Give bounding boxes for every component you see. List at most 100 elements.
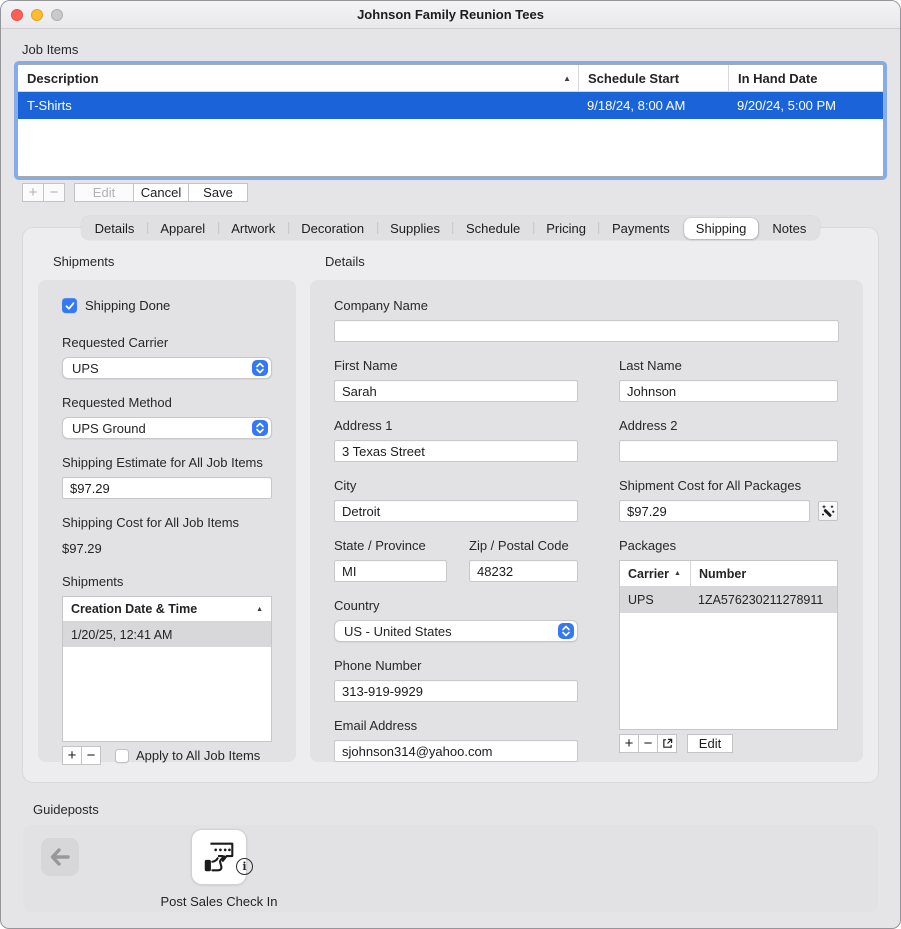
tab-artwork[interactable]: Artwork <box>218 216 288 240</box>
post-sales-check-in-button[interactable] <box>191 829 247 885</box>
job-items-table: Description ▲ Schedule Start In Hand Dat… <box>17 64 884 177</box>
tab-decoration[interactable]: Decoration <box>288 216 377 240</box>
popup-stepper-icon <box>252 360 268 376</box>
zoom-window-icon <box>51 9 63 21</box>
save-button[interactable]: Save <box>188 183 248 202</box>
add-shipment-button[interactable]: + <box>62 746 82 765</box>
phone-input[interactable] <box>334 680 578 702</box>
guideposts-section: Guideposts <box>1 802 900 912</box>
app-window: Johnson Family Reunion Tees Job Items De… <box>0 0 901 929</box>
post-sales-check-in-icon <box>200 838 238 876</box>
auto-calculate-button[interactable] <box>818 501 838 521</box>
popup-stepper-icon <box>252 420 268 436</box>
details-box: Company Name First Name Address 1 <box>310 280 863 762</box>
tab-details[interactable]: Details <box>82 216 148 240</box>
tab-apparel[interactable]: Apparel <box>147 216 218 240</box>
tab-bar: Details Apparel Artwork Decoration Suppl… <box>81 216 821 240</box>
details-heading: Details <box>325 254 863 269</box>
back-button[interactable] <box>41 838 79 876</box>
details-panel: Details Company Name First Name <box>310 254 863 762</box>
zip-label: Zip / Postal Code <box>469 538 578 553</box>
shipments-panel: Shipments Shipping Done Requested Carrie… <box>38 254 296 762</box>
job-items-table-empty-area <box>18 119 883 176</box>
job-items-buttons: + − Edit Cancel Save <box>22 183 884 202</box>
cancel-button[interactable]: Cancel <box>133 183 189 202</box>
shipping-estimate-input[interactable] <box>62 477 272 499</box>
company-name-input[interactable] <box>334 320 839 342</box>
country-label: Country <box>334 598 578 613</box>
address1-input[interactable] <box>334 440 578 462</box>
edit-job-item-button[interactable]: Edit <box>74 183 134 202</box>
packages-table-header[interactable]: Carrier ▲ Number <box>620 561 837 587</box>
close-window-icon[interactable] <box>11 9 23 21</box>
shipments-table-label: Shipments <box>62 574 272 589</box>
minimize-window-icon[interactable] <box>31 9 43 21</box>
job-item-row-selected[interactable]: T-Shirts 9/18/24, 8:00 AM 9/20/24, 5:00 … <box>18 92 883 119</box>
shipments-table: Creation Date & Time ▲ 1/20/25, 12:41 AM <box>62 596 272 742</box>
job-items-label: Job Items <box>22 42 884 57</box>
job-items-table-header: Description ▲ Schedule Start In Hand Dat… <box>18 65 883 92</box>
last-name-label: Last Name <box>619 358 838 373</box>
first-name-label: First Name <box>334 358 578 373</box>
open-external-icon <box>662 738 673 749</box>
tab-notes[interactable]: Notes <box>759 216 819 240</box>
column-header-description[interactable]: Description ▲ <box>18 65 578 91</box>
guideposts-strip: Post Sales Check In i <box>23 825 878 912</box>
shipping-done-checkbox[interactable] <box>62 298 77 313</box>
popup-stepper-icon <box>558 623 574 639</box>
checkmark-icon <box>65 301 75 311</box>
shipment-cost-input[interactable] <box>619 500 810 522</box>
address1-label: Address 1 <box>334 418 578 433</box>
shipments-table-buttons: + − Apply to All Job Items <box>62 746 272 765</box>
guideposts-label: Guideposts <box>33 802 900 817</box>
requested-method-label: Requested Method <box>62 395 272 410</box>
requested-method-select[interactable]: UPS Ground <box>62 417 272 439</box>
sort-ascending-icon: ▲ <box>256 606 263 613</box>
package-row[interactable]: UPS 1ZA576230211278911 <box>620 587 837 613</box>
guidepost-item-label: Post Sales Check In <box>132 894 306 909</box>
info-icon[interactable]: i <box>236 858 253 875</box>
packages-buttons: + − Edit <box>619 734 838 753</box>
city-input[interactable] <box>334 500 578 522</box>
shipment-row[interactable]: 1/20/25, 12:41 AM <box>63 622 271 647</box>
packages-label: Packages <box>619 538 838 553</box>
column-header-in-hand-date[interactable]: In Hand Date <box>728 65 883 91</box>
shipments-heading: Shipments <box>53 254 296 269</box>
tab-shipping[interactable]: Shipping <box>684 218 759 239</box>
requested-carrier-select[interactable]: UPS <box>62 357 272 379</box>
add-job-item-button[interactable]: + <box>22 183 44 202</box>
phone-label: Phone Number <box>334 658 578 673</box>
back-arrow-icon <box>49 848 71 866</box>
sort-ascending-icon: ▲ <box>563 74 571 83</box>
address2-label: Address 2 <box>619 418 838 433</box>
requested-carrier-label: Requested Carrier <box>62 335 272 350</box>
remove-package-button[interactable]: − <box>638 734 658 753</box>
magic-wand-icon <box>821 504 835 518</box>
company-name-label: Company Name <box>334 298 839 313</box>
shipment-cost-label: Shipment Cost for All Packages <box>619 478 838 493</box>
remove-job-item-button[interactable]: − <box>43 183 65 202</box>
zip-input[interactable] <box>469 560 578 582</box>
guidepost-item: Post Sales Check In <box>132 829 306 909</box>
tab-pricing[interactable]: Pricing <box>533 216 599 240</box>
traffic-lights <box>11 9 63 21</box>
country-select[interactable]: US - United States <box>334 620 578 642</box>
apply-all-checkbox[interactable] <box>115 749 129 763</box>
remove-shipment-button[interactable]: − <box>81 746 101 765</box>
email-input[interactable] <box>334 740 578 762</box>
tab-supplies[interactable]: Supplies <box>377 216 453 240</box>
city-label: City <box>334 478 578 493</box>
open-package-button[interactable] <box>657 734 677 753</box>
address2-input[interactable] <box>619 440 838 462</box>
tab-payments[interactable]: Payments <box>599 216 683 240</box>
first-name-input[interactable] <box>334 380 578 402</box>
state-input[interactable] <box>334 560 447 582</box>
shipments-table-header[interactable]: Creation Date & Time ▲ <box>63 597 271 622</box>
column-header-schedule-start[interactable]: Schedule Start <box>578 65 728 91</box>
last-name-input[interactable] <box>619 380 838 402</box>
edit-package-button[interactable]: Edit <box>687 734 733 753</box>
packages-table: Carrier ▲ Number UPS 1ZA576230211278911 <box>619 560 838 730</box>
add-package-button[interactable]: + <box>619 734 639 753</box>
shipping-cost-label: Shipping Cost for All Job Items <box>62 515 272 530</box>
tab-schedule[interactable]: Schedule <box>453 216 533 240</box>
